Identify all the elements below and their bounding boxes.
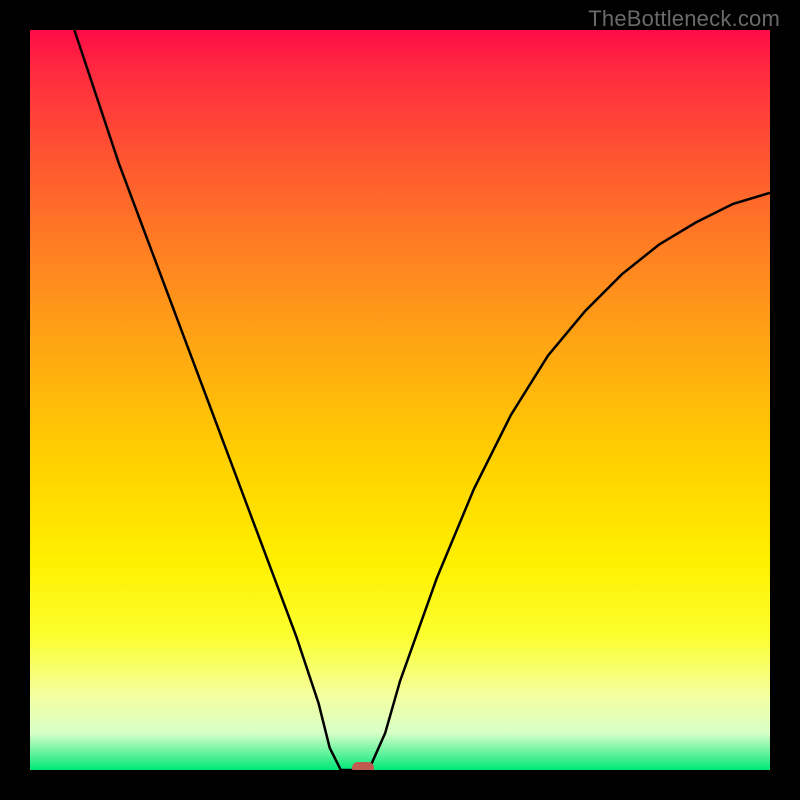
bottleneck-curve-path xyxy=(74,30,770,770)
plot-area xyxy=(30,30,770,770)
watermark-text: TheBottleneck.com xyxy=(588,6,780,32)
optimal-marker-icon xyxy=(352,762,374,770)
curve-svg xyxy=(30,30,770,770)
